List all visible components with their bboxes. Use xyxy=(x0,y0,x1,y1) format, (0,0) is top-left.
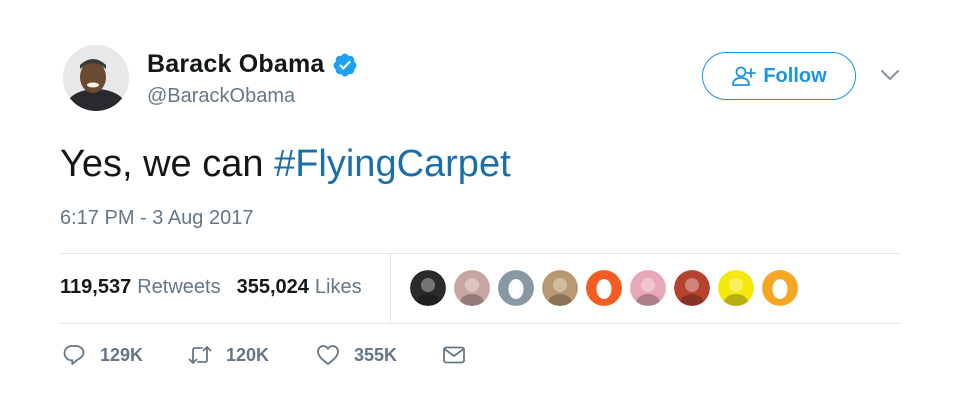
retweets-label: Retweets xyxy=(137,276,221,298)
liker-avatar[interactable] xyxy=(718,270,754,306)
egg-icon xyxy=(508,279,524,299)
author-name[interactable]: Barack Obama xyxy=(147,50,325,79)
heart-icon xyxy=(316,343,340,367)
liker-avatars xyxy=(410,270,806,306)
chevron-down-icon[interactable] xyxy=(879,68,901,82)
divider xyxy=(60,323,900,324)
tweet-text-body: Yes, we can xyxy=(60,143,275,185)
stats-divider xyxy=(390,253,391,323)
divider xyxy=(60,253,900,254)
like-count: 355K xyxy=(354,344,398,365)
likes-count: 355,024 xyxy=(236,276,309,298)
likes-stat[interactable]: 355,024 Likes xyxy=(237,276,362,299)
tweet-stats: 119,537 Retweets 355,024 Likes xyxy=(60,276,362,299)
avatar-image xyxy=(63,45,129,111)
egg-icon xyxy=(772,279,788,299)
liker-avatar[interactable] xyxy=(542,270,578,306)
retweets-stat[interactable]: 119,537 Retweets xyxy=(60,276,221,299)
egg-icon xyxy=(596,279,612,299)
direct-message-button[interactable] xyxy=(442,343,466,367)
envelope-icon xyxy=(442,343,466,367)
tweet-timestamp[interactable]: 6:17 PM - 3 Aug 2017 xyxy=(60,207,253,230)
follow-button[interactable]: Follow xyxy=(702,52,856,100)
liker-avatar[interactable] xyxy=(630,270,666,306)
retweet-button[interactable]: 120K xyxy=(188,343,316,367)
liker-avatar[interactable] xyxy=(674,270,710,306)
liker-avatar[interactable] xyxy=(586,270,622,306)
liker-avatar[interactable] xyxy=(498,270,534,306)
liker-avatar[interactable] xyxy=(454,270,490,306)
tweet-card: Barack Obama @BarackObama Follow Yes, we… xyxy=(0,0,960,414)
hashtag-link[interactable]: #FlyingCarpet xyxy=(274,143,511,185)
author-name-row: Barack Obama xyxy=(147,50,358,79)
reply-count: 129K xyxy=(100,344,144,365)
reply-icon xyxy=(62,343,86,367)
follow-button-label: Follow xyxy=(763,64,827,87)
author-handle[interactable]: @BarackObama xyxy=(147,85,295,108)
liker-avatar[interactable] xyxy=(410,270,446,306)
add-user-icon xyxy=(731,65,757,87)
avatar[interactable] xyxy=(63,45,129,111)
tweet-actions: 129K 120K 355K xyxy=(62,343,466,367)
reply-button[interactable]: 129K xyxy=(62,343,188,367)
retweet-icon xyxy=(188,343,212,367)
retweets-count: 119,537 xyxy=(60,276,132,298)
likes-label: Likes xyxy=(314,276,362,298)
retweet-count: 120K xyxy=(226,344,270,365)
tweet-text: Yes, we can #FlyingCarpet xyxy=(60,141,511,187)
like-button[interactable]: 355K xyxy=(316,343,442,367)
verified-badge-icon xyxy=(332,52,358,78)
liker-avatar[interactable] xyxy=(762,270,798,306)
